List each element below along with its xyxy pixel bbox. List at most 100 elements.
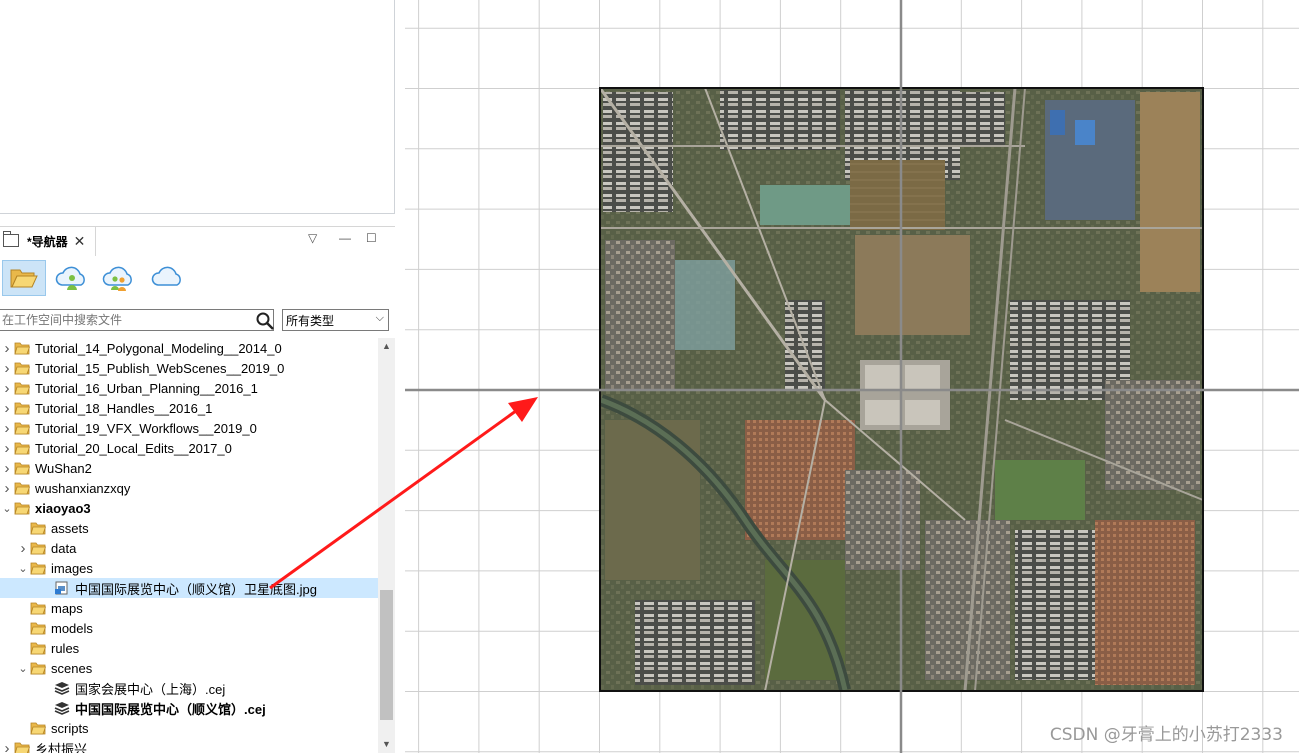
scene-layers-icon <box>54 682 70 695</box>
tree-row-label: images <box>51 560 93 576</box>
tree-row[interactable]: ⌄ images <box>0 558 378 578</box>
tree-row[interactable]: ⌄ xiaoyao3 <box>0 498 378 518</box>
tree-row[interactable]: 国家会展中心（上海）.cej <box>0 678 378 698</box>
tree-row[interactable]: 中国国际展览中心（顺义馆）卫星底图.jpg <box>0 578 378 598</box>
chevron-right-icon[interactable]: › <box>0 340 14 357</box>
search-row: 所有类型 ⌵ <box>0 309 395 333</box>
tree-row-label: wushanxianzxqy <box>35 480 131 496</box>
tree-row[interactable]: › Tutorial_15_Publish_WebScenes__2019_0 <box>0 358 378 378</box>
tree-row-label: xiaoyao3 <box>35 500 91 516</box>
chevron-down-icon: ⌵ <box>375 312 384 324</box>
chevron-down-icon[interactable]: ⌄ <box>0 502 14 515</box>
scrollbar-thumb[interactable] <box>380 590 393 720</box>
type-filter-value: 所有类型 <box>286 313 335 328</box>
tree-row[interactable]: › Tutorial_14_Polygonal_Modeling__2014_0 <box>0 338 378 358</box>
tree-row[interactable]: › 乡村振兴 <box>0 738 378 753</box>
tree-row[interactable]: › data <box>0 538 378 558</box>
tree-row[interactable]: › Tutorial_19_VFX_Workflows__2019_0 <box>0 418 378 438</box>
tree-row-label: maps <box>51 600 83 616</box>
scroll-up-icon[interactable]: ▲ <box>378 338 395 355</box>
folder-icon <box>14 502 30 515</box>
file-tree: › Tutorial_14_Polygonal_Modeling__2014_0 ›… <box>0 338 378 753</box>
cloud-users-icon <box>102 266 132 291</box>
scene-layers-icon <box>54 702 70 715</box>
chevron-down-icon[interactable]: ⌄ <box>16 562 30 575</box>
tree-row-label: Tutorial_14_Polygonal_Modeling__2014_0 <box>35 340 282 356</box>
tree-row-label: scenes <box>51 660 93 676</box>
maximize-icon[interactable]: ☐ <box>366 231 377 245</box>
tree-row[interactable]: › wushanxianzxqy <box>0 478 378 498</box>
chevron-right-icon[interactable]: › <box>0 360 14 377</box>
folder-icon <box>30 562 46 575</box>
search-icon[interactable] <box>255 311 275 331</box>
cloud-button[interactable] <box>146 260 190 296</box>
tree-row-label: 中国国际展览中心（顺义馆）卫星底图.jpg <box>75 581 317 597</box>
tree-row[interactable]: rules <box>0 638 378 658</box>
panel-separator[interactable] <box>396 0 405 753</box>
tree-row-label: 中国国际展览中心（顺义馆）.cej <box>75 701 266 717</box>
chevron-right-icon[interactable]: › <box>16 540 30 557</box>
image-file-icon <box>55 581 68 595</box>
folder-icon <box>30 642 46 655</box>
chevron-right-icon[interactable]: › <box>0 440 14 457</box>
chevron-right-icon[interactable]: › <box>0 380 14 397</box>
folder-icon <box>14 342 30 355</box>
folder-icon <box>14 462 30 475</box>
folder-icon <box>14 742 30 753</box>
tree-row[interactable]: assets <box>0 518 378 538</box>
tree-row[interactable]: ⌄ scenes <box>0 658 378 678</box>
navigator-tab[interactable]: *导航器 ✕ <box>0 227 96 256</box>
tree-scrollbar[interactable]: ▲ ▼ <box>378 338 395 753</box>
cloud-user-button[interactable] <box>50 260 94 296</box>
tree-row-label: assets <box>51 520 89 536</box>
folder-icon <box>14 382 30 395</box>
tree-row[interactable]: 中国国际展览中心（顺义馆）.cej <box>0 698 378 718</box>
chevron-down-icon[interactable]: ⌄ <box>16 662 30 675</box>
cloud-user-icon <box>55 266 85 290</box>
watermark: CSDN @牙膏上的小苏打2333 <box>1049 725 1283 745</box>
scroll-down-icon[interactable]: ▼ <box>378 736 395 753</box>
tree-row-label: Tutorial_20_Local_Edits__2017_0 <box>35 440 232 456</box>
folder-icon <box>14 362 30 375</box>
navigator-toolbar <box>0 258 395 300</box>
tree-row[interactable]: › Tutorial_16_Urban_Planning__2016_1 <box>0 378 378 398</box>
navigator-tab-title: *导航器 <box>27 235 68 249</box>
chevron-right-icon[interactable]: › <box>0 480 14 497</box>
tree-row[interactable]: scripts <box>0 718 378 738</box>
tree-row[interactable]: › WuShan2 <box>0 458 378 478</box>
tree-row-label: Tutorial_15_Publish_WebScenes__2019_0 <box>35 360 285 376</box>
chevron-right-icon[interactable]: › <box>0 400 14 417</box>
folder-icon <box>30 542 46 555</box>
tree-row-label: Tutorial_18_Handles__2016_1 <box>35 400 213 416</box>
folder-icon <box>14 422 30 435</box>
empty-view-area <box>0 0 395 214</box>
tree-row-label: WuShan2 <box>35 460 92 476</box>
tree-row[interactable]: maps <box>0 598 378 618</box>
folder-open-button[interactable] <box>2 260 46 296</box>
navigator-view-icon <box>3 231 19 247</box>
3d-viewport[interactable] <box>405 0 1299 753</box>
type-filter-select[interactable]: 所有类型 ⌵ <box>282 309 389 331</box>
tree-row-label: models <box>51 620 93 636</box>
chevron-right-icon[interactable]: › <box>0 420 14 437</box>
viewport-canvas[interactable] <box>405 0 1299 753</box>
chevron-right-icon[interactable]: › <box>0 740 14 753</box>
folder-icon <box>14 402 30 415</box>
folder-icon <box>14 482 30 495</box>
tree-row[interactable]: › Tutorial_20_Local_Edits__2017_0 <box>0 438 378 458</box>
chevron-right-icon[interactable]: › <box>0 460 14 477</box>
folder-icon <box>30 602 46 615</box>
cloud-users-button[interactable] <box>97 260 141 296</box>
view-menu-icon[interactable]: ▽ <box>308 231 317 245</box>
navigator-header: *导航器 ✕ ▽ — ☐ <box>0 226 395 256</box>
tree-row-label: Tutorial_16_Urban_Planning__2016_1 <box>35 380 258 396</box>
tree-row[interactable]: models <box>0 618 378 638</box>
search-input[interactable] <box>0 309 274 331</box>
minimize-icon[interactable]: — <box>339 231 351 245</box>
tree-row-label: 国家会展中心（上海）.cej <box>75 681 226 697</box>
folder-icon <box>30 522 46 535</box>
close-icon[interactable]: ✕ <box>74 233 86 250</box>
tree-row[interactable]: › Tutorial_18_Handles__2016_1 <box>0 398 378 418</box>
folder-icon <box>30 662 46 675</box>
tree-row-label: scripts <box>51 720 89 736</box>
